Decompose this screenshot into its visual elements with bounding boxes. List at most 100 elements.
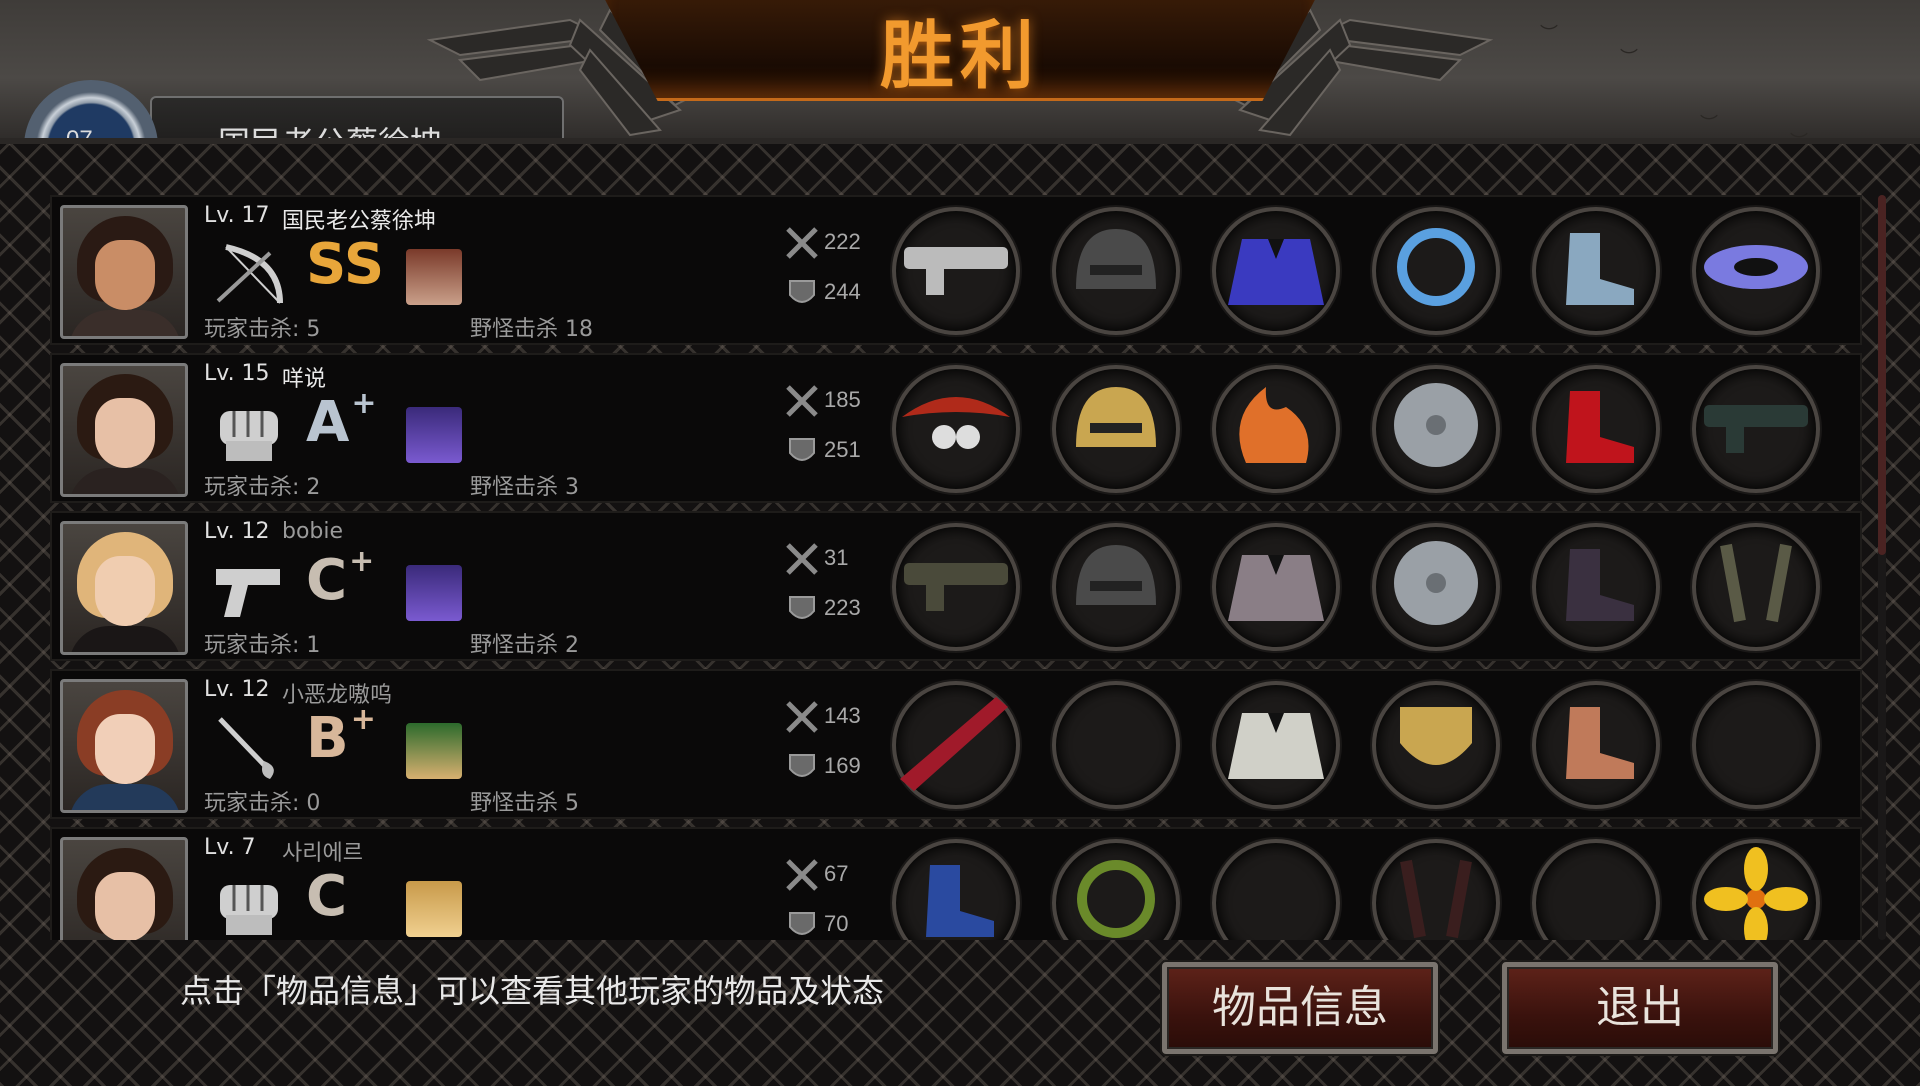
flaming-armor-icon: [1216, 367, 1336, 491]
bow-icon: [216, 244, 283, 304]
steel-disc-icon: [1376, 525, 1496, 649]
purple-gun-skill-icon[interactable]: [406, 407, 462, 463]
player-level: Lv. 15: [204, 361, 270, 386]
grade-rank: A+: [306, 389, 376, 451]
laurel-wreath-icon: [1056, 841, 1176, 940]
equipment-slot[interactable]: [892, 839, 1020, 940]
equipment-slot[interactable]: [1372, 839, 1500, 940]
shield-icon: [789, 280, 815, 303]
player-kills: 玩家击杀: 5: [204, 317, 321, 342]
equipment-slot[interactable]: [1052, 523, 1180, 651]
defense-value: 223: [824, 595, 861, 620]
dark-goggles-icon: [1376, 841, 1496, 940]
equipment-slot[interactable]: [1052, 365, 1180, 493]
player-results-list[interactable]: Lv. 17 国民老公蔡徐坤 SS 玩家击杀: 5 野怪击杀 18 222 24…: [50, 195, 1870, 940]
yellow-lily-icon: [1696, 841, 1816, 940]
equipment-slot[interactable]: [892, 523, 1020, 651]
shield-icon: [789, 438, 815, 461]
empty-equipment-slot[interactable]: [1532, 839, 1660, 940]
equipment-slot[interactable]: [1372, 681, 1500, 809]
equipment-slot[interactable]: [892, 207, 1020, 335]
shield-icon: [789, 596, 815, 619]
equipment-slot[interactable]: [1532, 681, 1660, 809]
equipment-slot[interactable]: [1372, 365, 1500, 493]
defense-value: 244: [824, 279, 861, 304]
green-hair-portrait-icon[interactable]: [406, 723, 462, 779]
red-high-heels-icon: [1536, 367, 1656, 491]
blue-jacket-icon: [1216, 209, 1336, 333]
bird-silhouette: ︶: [1540, 24, 1558, 45]
grade-letter: C: [306, 864, 348, 929]
grade-rank: C: [306, 869, 349, 925]
player-result-row[interactable]: Lv. 15 咩说 A+ 玩家击杀: 2 野怪击杀 3 185 251: [50, 353, 1862, 503]
player-portrait[interactable]: [60, 679, 188, 813]
equipment-slot[interactable]: [1532, 365, 1660, 493]
grade-rank: B+: [306, 705, 376, 767]
grade-plus: +: [351, 386, 377, 421]
attack-value: 185: [824, 387, 861, 412]
grade-letter: SS: [306, 232, 385, 297]
grade-plus: +: [349, 544, 375, 579]
scrollbar-thumb[interactable]: [1878, 195, 1886, 555]
equipment-slot[interactable]: [1212, 207, 1340, 335]
steel-disc-icon: [1376, 367, 1496, 491]
equipment-slot[interactable]: [1532, 207, 1660, 335]
grade-rank: SS: [306, 237, 386, 293]
player-result-row[interactable]: Lv. 12 bobie C+ 玩家击杀: 1 野怪击杀 2 31 223: [50, 511, 1862, 661]
sword-icon: [218, 717, 274, 779]
golden-fist-skill-icon[interactable]: [406, 881, 462, 937]
player-result-row[interactable]: Lv. 17 国民老公蔡徐坤 SS 玩家击杀: 5 野怪击杀 18 222 24…: [50, 195, 1862, 345]
defense-value: 70: [824, 911, 849, 936]
player-name: 사리에르: [282, 841, 363, 866]
equipment-slot[interactable]: [892, 365, 1020, 493]
purple-gun-skill-icon[interactable]: [406, 565, 462, 621]
equipment-slot[interactable]: [1052, 207, 1180, 335]
equipment-slot[interactable]: [1532, 523, 1660, 651]
crossed-swords-icon: [786, 701, 818, 733]
player-result-row[interactable]: Lv. 12 小恶龙嗷呜 B+ 玩家击杀: 0 野怪击杀 5 143 169: [50, 669, 1862, 819]
equipment-slot[interactable]: [1692, 365, 1820, 493]
equipment-slot[interactable]: [1692, 207, 1820, 335]
player-name: 咩说: [282, 367, 327, 392]
equipment-slot[interactable]: [1372, 207, 1500, 335]
equipment-slot[interactable]: [1052, 839, 1180, 940]
player-kills: 玩家击杀: 0: [204, 791, 321, 816]
crossed-swords-icon: [786, 543, 818, 575]
empty-equipment-slot[interactable]: [1212, 839, 1340, 940]
item-info-button[interactable]: 物品信息: [1162, 962, 1438, 1054]
player-portrait[interactable]: [60, 837, 188, 940]
player-result-row[interactable]: Lv. 7 사리에르 C 67 70: [50, 827, 1862, 940]
empty-equipment-slot[interactable]: [1052, 681, 1180, 809]
attack-value: 67: [824, 861, 849, 886]
stone-armor-icon: [1216, 525, 1336, 649]
monster-kills: 野怪击杀 5: [470, 791, 579, 816]
shoulder-strap-icon: [1696, 525, 1816, 649]
crossed-swords-icon: [786, 859, 818, 891]
player-portrait[interactable]: [60, 205, 188, 339]
empty-equipment-slot[interactable]: [1692, 681, 1820, 809]
player-level: Lv. 17: [204, 203, 270, 228]
grade-letter: C: [306, 548, 348, 613]
equipment-slot[interactable]: [1692, 839, 1820, 940]
red-winged-gauntlet-icon: [896, 367, 1016, 491]
tactical-helmet-icon: [1056, 525, 1176, 649]
attack-value: 222: [824, 229, 861, 254]
equipment-slot[interactable]: [1372, 523, 1500, 651]
player-name: 国民老公蔡徐坤: [282, 209, 437, 234]
player-level: Lv. 12: [204, 519, 270, 544]
equipment-slot[interactable]: [1692, 523, 1820, 651]
attack-value: 31: [824, 545, 849, 570]
equipment-slot[interactable]: [1212, 523, 1340, 651]
binoculars-portrait-icon[interactable]: [406, 249, 462, 305]
exit-button[interactable]: 退出: [1502, 962, 1778, 1054]
equipment-slot[interactable]: [892, 681, 1020, 809]
equipment-slot[interactable]: [1212, 365, 1340, 493]
player-kills: 玩家击杀: 2: [204, 475, 321, 500]
blue-gauntlet-icon: [896, 841, 1016, 940]
player-portrait[interactable]: [60, 363, 188, 497]
attack-value: 143: [824, 703, 861, 728]
player-portrait[interactable]: [60, 521, 188, 655]
bird-silhouette: ︶: [1620, 48, 1638, 69]
grade-letter: A: [306, 390, 350, 455]
equipment-slot[interactable]: [1212, 681, 1340, 809]
